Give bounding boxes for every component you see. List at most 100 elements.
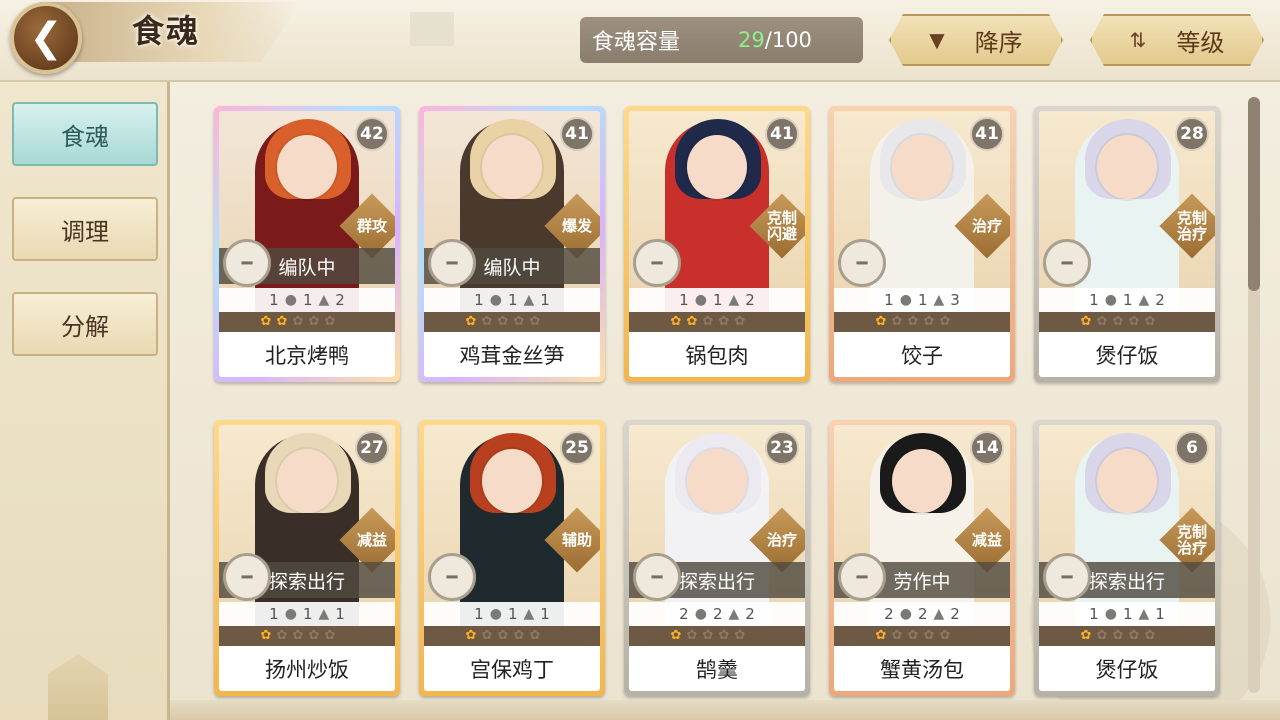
food-soul-name: 鸡茸金丝笋 [424, 332, 600, 377]
food-soul-card[interactable]: 6 克制 治疗 探索出行 ━ 1 ● 1 ▲ 1 ✿ ✿ ✿ ✿ ✿ 煲仔饭 [1034, 420, 1220, 696]
flame-icon: ✿ [907, 314, 919, 329]
flame-icon: ✿ [891, 314, 903, 329]
character-face [892, 135, 952, 199]
status-text: 探索出行 [268, 570, 345, 593]
flame-icon: ✿ [670, 628, 682, 643]
bowl-icon: ━ [633, 239, 681, 287]
flame-icon: ✿ [1096, 314, 1108, 329]
stat-value: 1 [269, 605, 279, 623]
star-flames: ✿ ✿ ✿ ✿ ✿ [1039, 626, 1215, 646]
level-badge: 6 [1175, 431, 1209, 465]
card-inner: 41 治疗 ━ 1 ● 1 ▲ 3 ✿ ✿ ✿ ✿ ✿ 饺子 [834, 111, 1010, 377]
flame-icon: ✿ [260, 628, 272, 643]
flame-icon: ✿ [1080, 314, 1092, 329]
stat-value: 1 [540, 291, 550, 309]
card-inner: 41 爆发 编队中 ━ 1 ● 1 ▲ 1 ✿ ✿ ✿ ✿ ✿ 鸡茸金丝笋 [424, 111, 600, 377]
level-badge: 25 [560, 431, 594, 465]
back-button[interactable]: ❮ [10, 2, 82, 74]
role-badge: 辅助 [561, 531, 592, 549]
flame-icon: ✿ [497, 628, 509, 643]
flame-icon: ✿ [1112, 628, 1124, 643]
food-soul-card[interactable]: 25 辅助 ━ 1 ● 1 ▲ 1 ✿ ✿ ✿ ✿ ✿ 宫保鸡丁 [419, 420, 605, 696]
level-icon: ⇅ [1129, 28, 1147, 52]
bowl-icon: ━ [428, 553, 476, 601]
spirit-orb-icon: ● [284, 292, 297, 308]
level-badge: 41 [765, 117, 799, 151]
food-soul-card[interactable]: 14 减益 劳作中 ━ 2 ● 2 ▲ 2 ✿ ✿ ✿ ✿ ✿ 蟹黄汤包 [829, 420, 1015, 696]
sort-order-button[interactable]: ▼ 降序 [889, 14, 1063, 66]
stat-value: 2 [712, 605, 723, 623]
role-badge: 减益 [971, 531, 1002, 549]
flame-icon: ✿ [734, 314, 746, 329]
flame-icon: ✿ [907, 628, 919, 643]
food-soul-card[interactable]: 42 群攻 编队中 ━ 1 ● 1 ▲ 2 ✿ ✿ ✿ ✿ ✿ 北京烤鸭 [214, 106, 400, 382]
flame-icon: ✿ [939, 314, 951, 329]
food-soul-card[interactable]: 28 克制 治疗 ━ 1 ● 1 ▲ 2 ✿ ✿ ✿ ✿ ✿ 煲仔饭 [1034, 106, 1220, 382]
flame-icon: ✿ [1128, 628, 1140, 643]
bowl-icon: ━ [838, 553, 886, 601]
spirit-orb-icon: ● [899, 292, 912, 308]
spirit-flask-icon: ▲ [728, 606, 740, 622]
flame-icon: ✿ [734, 628, 746, 643]
card-inner: 23 治疗 探索出行 ━ 2 ● 2 ▲ 2 ✿ ✿ ✿ ✿ ✿ 鹄羹 [629, 425, 805, 691]
scrollbar[interactable] [1248, 97, 1260, 693]
character-face [687, 449, 747, 513]
character-face [1097, 449, 1157, 513]
card-inner: 42 群攻 编队中 ━ 1 ● 1 ▲ 2 ✿ ✿ ✿ ✿ ✿ 北京烤鸭 [219, 111, 395, 377]
header-placeholder-chip [410, 12, 454, 46]
level-badge: 23 [765, 431, 799, 465]
flame-icon: ✿ [465, 314, 477, 329]
food-soul-name: 宫保鸡丁 [424, 646, 600, 691]
flame-icon: ✿ [891, 628, 903, 643]
sidebar-item-food-souls[interactable]: 食魂 [12, 102, 158, 166]
stat-value: 2 [745, 605, 755, 623]
food-soul-card[interactable]: 41 爆发 编队中 ━ 1 ● 1 ▲ 1 ✿ ✿ ✿ ✿ ✿ 鸡茸金丝笋 [419, 106, 605, 382]
star-flames: ✿ ✿ ✿ ✿ ✿ [1039, 312, 1215, 332]
bowl-icon: ━ [633, 553, 681, 601]
flame-icon: ✿ [292, 628, 304, 643]
capacity-current: 29 [738, 28, 765, 52]
spirit-flask-icon: ▲ [318, 606, 330, 622]
food-soul-card[interactable]: 41 克制 闪避 ━ 1 ● 1 ▲ 2 ✿ ✿ ✿ ✿ ✿ 锅包肉 [624, 106, 810, 382]
spirit-stats: 1 ● 1 ▲ 1 [424, 288, 600, 312]
flame-icon: ✿ [875, 314, 887, 329]
spirit-orb-icon: ● [284, 606, 297, 622]
sidebar: 食魂 调理 分解 [0, 82, 170, 720]
bowl-icon: ━ [1043, 239, 1091, 287]
flame-icon: ✿ [1080, 628, 1092, 643]
food-soul-card[interactable]: 23 治疗 探索出行 ━ 2 ● 2 ▲ 2 ✿ ✿ ✿ ✿ ✿ 鹄羹 [624, 420, 810, 696]
spirit-stats: 1 ● 1 ▲ 2 [219, 288, 395, 312]
spirit-orb-icon: ● [694, 606, 707, 622]
capacity-label: 食魂容量 [592, 30, 681, 55]
scroll-thumb[interactable] [1248, 97, 1260, 291]
spirit-stats: 1 ● 1 ▲ 2 [629, 288, 805, 312]
spirit-orb-icon: ● [1104, 606, 1117, 622]
flame-icon: ✿ [923, 314, 935, 329]
sidebar-item-label: 食魂 [61, 122, 109, 151]
food-soul-name: 蟹黄汤包 [834, 646, 1010, 691]
capacity-max: 100 [771, 28, 812, 52]
stat-value: 2 [745, 291, 755, 309]
sidebar-ornament [48, 654, 108, 720]
bowl-icon: ━ [428, 239, 476, 287]
sort-by-level-button[interactable]: ⇅ 等级 [1090, 14, 1264, 66]
flame-icon: ✿ [1128, 314, 1140, 329]
spirit-stats: 2 ● 2 ▲ 2 [834, 602, 1010, 626]
flame-icon: ✿ [529, 314, 541, 329]
flame-icon: ✿ [308, 314, 320, 329]
sidebar-item-decompose[interactable]: 分解 [12, 292, 158, 356]
stat-value: 2 [1155, 291, 1165, 309]
flame-icon: ✿ [513, 628, 525, 643]
spirit-stats: 1 ● 1 ▲ 1 [219, 602, 395, 626]
stat-value: 1 [335, 605, 345, 623]
sidebar-item-conditioning[interactable]: 调理 [12, 197, 158, 261]
food-soul-card[interactable]: 27 减益 探索出行 ━ 1 ● 1 ▲ 1 ✿ ✿ ✿ ✿ ✿ 扬州炒饭 [214, 420, 400, 696]
stat-value: 1 [1089, 605, 1099, 623]
role-badge: 治疗 [971, 217, 1002, 235]
card-inner: 27 减益 探索出行 ━ 1 ● 1 ▲ 1 ✿ ✿ ✿ ✿ ✿ 扬州炒饭 [219, 425, 395, 691]
food-soul-card[interactable]: 41 治疗 ━ 1 ● 1 ▲ 3 ✿ ✿ ✿ ✿ ✿ 饺子 [829, 106, 1015, 382]
card-inner: 6 克制 治疗 探索出行 ━ 1 ● 1 ▲ 1 ✿ ✿ ✿ ✿ ✿ 煲仔饭 [1039, 425, 1215, 691]
spirit-flask-icon: ▲ [933, 292, 945, 308]
stat-value: 2 [917, 605, 928, 623]
role-badge: 克制 治疗 [1176, 523, 1207, 557]
